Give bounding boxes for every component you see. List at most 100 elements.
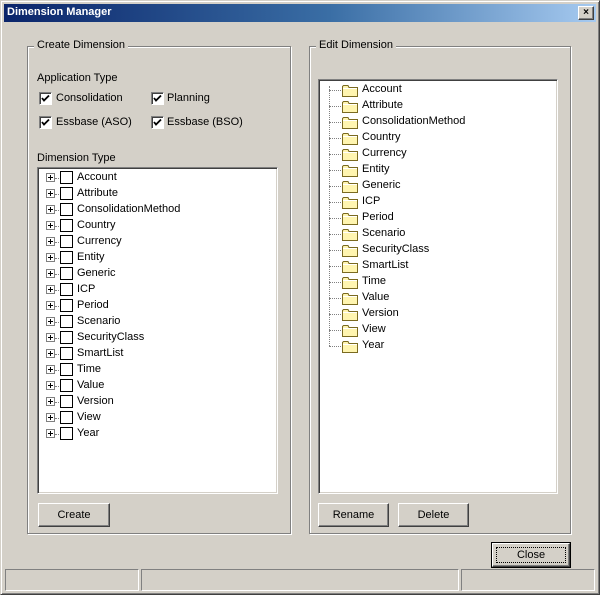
dimension-type-checkbox[interactable] (60, 203, 73, 216)
expand-plus-icon[interactable] (46, 237, 55, 246)
edit-dimension-label: Country (362, 131, 401, 143)
expand-plus-icon[interactable] (46, 333, 55, 342)
expand-plus-icon[interactable] (46, 317, 55, 326)
title-bar[interactable]: Dimension Manager × (4, 4, 596, 22)
expand-plus-icon[interactable] (46, 413, 55, 422)
dimension-type-checkbox[interactable] (60, 363, 73, 376)
dimension-type-checkbox[interactable] (60, 267, 73, 280)
dimension-type-checkbox[interactable] (60, 219, 73, 232)
folder-icon (342, 229, 358, 241)
dimension-type-item[interactable]: SmartList (46, 346, 261, 362)
edit-dimension-item[interactable]: SecurityClass (329, 242, 544, 258)
delete-button[interactable]: Delete (398, 503, 469, 527)
expand-plus-icon[interactable] (46, 221, 55, 230)
dimension-type-label: Generic (77, 267, 116, 279)
edit-dimension-item[interactable]: Attribute (329, 98, 544, 114)
dimension-type-checkbox[interactable] (60, 395, 73, 408)
dimension-type-checkbox[interactable] (60, 411, 73, 424)
edit-dimension-item[interactable]: SmartList (329, 258, 544, 274)
edit-dimension-item[interactable]: Year (329, 338, 544, 354)
edit-dimension-item[interactable]: Country (329, 130, 544, 146)
expand-plus-icon[interactable] (46, 365, 55, 374)
rename-button[interactable]: Rename (318, 503, 389, 527)
create-dimension-legend: Create Dimension (34, 39, 129, 51)
edit-dimension-item[interactable]: Currency (329, 146, 544, 162)
dimension-type-checkbox[interactable] (60, 187, 73, 200)
dimension-type-item[interactable]: ConsolidationMethod (46, 202, 261, 218)
essbase-aso-checkbox[interactable] (39, 116, 52, 129)
dimension-type-tree[interactable]: Account Attribute ConsolidationMethod Count… (37, 167, 278, 494)
expand-plus-icon[interactable] (46, 189, 55, 198)
expand-plus-icon[interactable] (46, 301, 55, 310)
tree-connector (55, 434, 59, 435)
dimension-type-item[interactable]: Value (46, 378, 261, 394)
edit-dimension-item[interactable]: Account (329, 82, 544, 98)
dimension-type-checkbox[interactable] (60, 331, 73, 344)
dimension-type-item[interactable]: Attribute (46, 186, 261, 202)
dimension-type-checkbox[interactable] (60, 283, 73, 296)
expand-plus-icon[interactable] (46, 173, 55, 182)
dimension-type-checkbox[interactable] (60, 235, 73, 248)
essbase-bso-label: Essbase (BSO) (167, 116, 243, 128)
expand-plus-icon[interactable] (46, 349, 55, 358)
folder-icon (342, 293, 358, 305)
edit-dimension-item[interactable]: Generic (329, 178, 544, 194)
dimension-type-item[interactable]: Year (46, 426, 261, 442)
planning-checkbox[interactable] (151, 92, 164, 105)
dimension-type-checkbox[interactable] (60, 379, 73, 392)
edit-dimension-item[interactable]: Time (329, 274, 544, 290)
edit-dimension-item[interactable]: ConsolidationMethod (329, 114, 544, 130)
folder-icon (342, 197, 358, 209)
dimension-type-item[interactable]: Scenario (46, 314, 261, 330)
dimension-type-checkbox[interactable] (60, 315, 73, 328)
dimension-type-checkbox[interactable] (60, 251, 73, 264)
tree-connector (55, 258, 59, 259)
edit-dimension-label: Scenario (362, 227, 406, 239)
dimension-type-checkbox[interactable] (60, 171, 73, 184)
consolidation-label: Consolidation (56, 92, 123, 104)
dimension-type-item[interactable]: Version (46, 394, 261, 410)
dimension-type-checkbox[interactable] (60, 347, 73, 360)
expand-plus-icon[interactable] (46, 285, 55, 294)
folder-icon (342, 133, 358, 145)
edit-dimension-item[interactable]: View (329, 322, 544, 338)
edit-dimension-item[interactable]: Scenario (329, 226, 544, 242)
dimension-type-label: Account (77, 171, 117, 183)
edit-dimension-tree[interactable]: Account Attribute ConsolidationMethod Count… (318, 79, 558, 494)
tree-connector (329, 90, 341, 91)
edit-dimension-item[interactable]: Entity (329, 162, 544, 178)
dimension-type-item[interactable]: Account (46, 170, 261, 186)
edit-dimension-label: Value (362, 291, 390, 303)
tree-connector (329, 250, 341, 251)
expand-plus-icon[interactable] (46, 429, 55, 438)
edit-dimension-item[interactable]: Value (329, 290, 544, 306)
edit-dimension-item[interactable]: ICP (329, 194, 544, 210)
create-button[interactable]: Create (38, 503, 110, 527)
dimension-type-checkbox[interactable] (60, 427, 73, 440)
dimension-type-item[interactable]: Currency (46, 234, 261, 250)
expand-plus-icon[interactable] (46, 205, 55, 214)
dimension-type-item[interactable]: Time (46, 362, 261, 378)
dimension-type-item[interactable]: Generic (46, 266, 261, 282)
expand-plus-icon[interactable] (46, 253, 55, 262)
dimension-type-item[interactable]: ICP (46, 282, 261, 298)
expand-plus-icon[interactable] (46, 397, 55, 406)
title-close-button[interactable]: × (578, 6, 594, 20)
expand-plus-icon[interactable] (46, 269, 55, 278)
dimension-type-item[interactable]: Country (46, 218, 261, 234)
dimension-type-checkbox[interactable] (60, 299, 73, 312)
edit-dimension-item[interactable]: Version (329, 306, 544, 322)
edit-dimension-item[interactable]: Period (329, 210, 544, 226)
dimension-type-item[interactable]: Entity (46, 250, 261, 266)
expand-plus-icon[interactable] (46, 381, 55, 390)
tree-connector (55, 322, 59, 323)
consolidation-checkbox[interactable] (39, 92, 52, 105)
dimension-type-item[interactable]: Period (46, 298, 261, 314)
essbase-bso-checkbox[interactable] (151, 116, 164, 129)
dimension-type-item[interactable]: SecurityClass (46, 330, 261, 346)
tree-connector (329, 170, 341, 171)
edit-dimension-label: Year (362, 339, 385, 351)
close-button[interactable]: Close (491, 542, 571, 568)
dimension-type-item[interactable]: View (46, 410, 261, 426)
tree-connector (55, 386, 59, 387)
